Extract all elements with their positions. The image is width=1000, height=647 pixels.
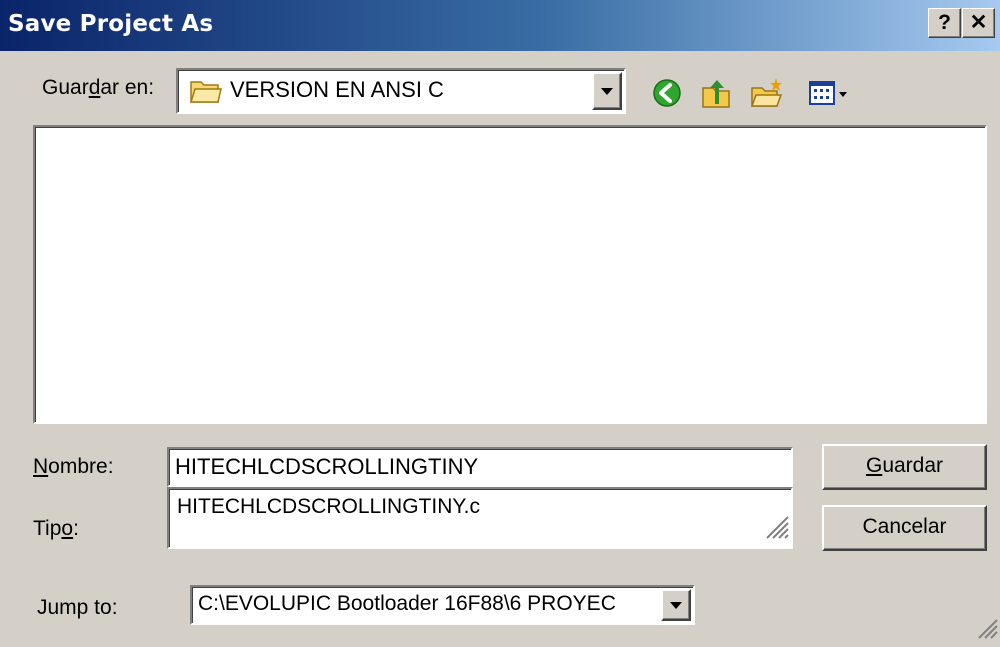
resize-grip-icon — [761, 511, 789, 545]
name-label: Nombre: — [33, 455, 114, 478]
save-project-dialog: Save Project As ? ✕ Guardar en: VERSION … — [0, 0, 1000, 647]
file-name-value: HITECHLCDSCROLLINGTINY — [175, 454, 479, 479]
title-bar[interactable]: Save Project As ? ✕ — [0, 0, 1000, 51]
file-list[interactable] — [33, 125, 987, 424]
help-button[interactable]: ? — [928, 8, 961, 38]
jump-to-label: Jump to: — [37, 596, 118, 619]
file-type-dropdown[interactable]: HITECHLCDSCROLLINGTINY.c — [167, 487, 793, 549]
save-in-dropdown[interactable]: VERSION EN ANSI C — [176, 68, 626, 114]
window-title: Save Project As — [8, 11, 214, 37]
new-folder-icon[interactable] — [750, 76, 784, 110]
save-button[interactable]: Guardar — [822, 444, 987, 490]
jump-to-value: C:\EVOLUPIC Bootloader 16F88\6 PROYEC — [198, 592, 616, 615]
file-name-input[interactable]: HITECHLCDSCROLLINGTINY — [167, 447, 793, 487]
folder-icon — [189, 78, 222, 110]
up-folder-icon[interactable] — [700, 76, 734, 110]
save-in-value: VERSION EN ANSI C — [230, 77, 444, 102]
close-button[interactable]: ✕ — [962, 8, 995, 38]
view-menu-icon[interactable] — [806, 76, 852, 110]
back-icon[interactable] — [650, 76, 684, 110]
chevron-down-icon[interactable] — [592, 72, 622, 110]
window-resize-grip-icon[interactable] — [974, 615, 998, 645]
save-in-label: Guardar en: — [42, 76, 155, 99]
cancel-button[interactable]: Cancelar — [822, 505, 987, 551]
chevron-down-icon[interactable] — [661, 589, 691, 621]
jump-to-dropdown[interactable]: C:\EVOLUPIC Bootloader 16F88\6 PROYEC — [190, 585, 695, 625]
type-label: Tipo: — [33, 517, 79, 540]
file-type-value: HITECHLCDSCROLLINGTINY.c — [177, 495, 481, 518]
